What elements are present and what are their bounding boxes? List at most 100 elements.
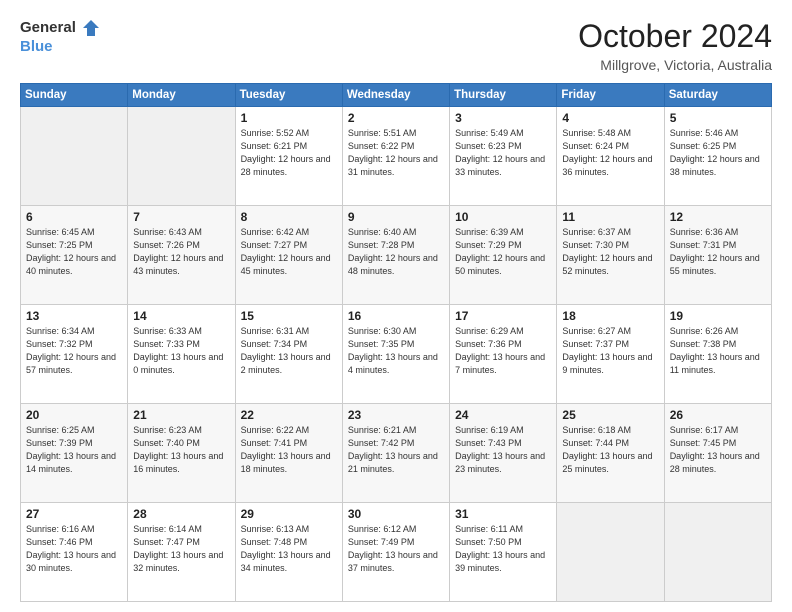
title-block: October 2024 Millgrove, Victoria, Austra… — [578, 18, 772, 73]
col-saturday: Saturday — [664, 84, 771, 107]
day-number: 21 — [133, 408, 229, 422]
table-row: 30 Sunrise: 6:12 AMSunset: 7:49 PMDayligh… — [342, 503, 449, 602]
day-number: 18 — [562, 309, 658, 323]
logo-text: General — [20, 18, 102, 38]
month-title: October 2024 — [578, 18, 772, 55]
table-row: 23Sunrise: 6:21 AMSunset: 7:42 PMDayligh… — [342, 404, 449, 503]
day-detail: Sunrise: 6:23 AMSunset: 7:40 PMDaylight:… — [133, 424, 229, 476]
table-row: 31Sunrise: 6:11 AMSunset: 7:50 PMDayligh… — [450, 503, 557, 602]
table-row: 8 Sunrise: 6:42 AMSunset: 7:27 PMDaylight… — [235, 206, 342, 305]
day-number: 4 — [562, 111, 658, 125]
day-number: 6 — [26, 210, 122, 224]
day-detail: Sunrise: 5:52 AMSunset: 6:21 PMDaylight:… — [241, 127, 337, 179]
table-row — [664, 503, 771, 602]
day-detail: Sunrise: 6:30 AMSunset: 7:35 PMDaylight:… — [348, 325, 444, 377]
table-row: 2 Sunrise: 5:51 AMSunset: 6:22 PMDaylight… — [342, 107, 449, 206]
col-thursday: Thursday — [450, 84, 557, 107]
table-row: 25 Sunrise: 6:18 AMSunset: 7:44 PMDayligh… — [557, 404, 664, 503]
day-detail: Sunrise: 6:45 AMSunset: 7:25 PMDaylight:… — [26, 226, 122, 278]
day-number: 14 — [133, 309, 229, 323]
day-detail: Sunrise: 6:18 AMSunset: 7:44 PMDaylight:… — [562, 424, 658, 476]
day-detail: Sunrise: 5:48 AMSunset: 6:24 PMDaylight:… — [562, 127, 658, 179]
day-detail: Sunrise: 5:51 AMSunset: 6:22 PMDaylight:… — [348, 127, 444, 179]
day-detail: Sunrise: 6:19 AMSunset: 7:43 PMDaylight:… — [455, 424, 551, 476]
day-detail: Sunrise: 6:13 AMSunset: 7:48 PMDaylight:… — [241, 523, 337, 575]
day-number: 20 — [26, 408, 122, 422]
day-number: 13 — [26, 309, 122, 323]
day-detail: Sunrise: 6:25 AMSunset: 7:39 PMDaylight:… — [26, 424, 122, 476]
day-number: 19 — [670, 309, 766, 323]
day-number: 10 — [455, 210, 551, 224]
day-number: 16 — [348, 309, 444, 323]
table-row: 26Sunrise: 6:17 AMSunset: 7:45 PMDayligh… — [664, 404, 771, 503]
table-row: 22 Sunrise: 6:22 AMSunset: 7:41 PMDayligh… — [235, 404, 342, 503]
day-number: 2 — [348, 111, 444, 125]
table-row: 13 Sunrise: 6:34 AMSunset: 7:32 PMDayligh… — [21, 305, 128, 404]
table-row: 15 Sunrise: 6:31 AMSunset: 7:34 PMDayligh… — [235, 305, 342, 404]
day-detail: Sunrise: 5:46 AMSunset: 6:25 PMDaylight:… — [670, 127, 766, 179]
logo-icon — [81, 18, 101, 38]
table-row — [21, 107, 128, 206]
day-detail: Sunrise: 6:42 AMSunset: 7:27 PMDaylight:… — [241, 226, 337, 278]
day-number: 24 — [455, 408, 551, 422]
table-row: 27 Sunrise: 6:16 AMSunset: 7:46 PMDayligh… — [21, 503, 128, 602]
col-friday: Friday — [557, 84, 664, 107]
table-row: 21 Sunrise: 6:23 AMSunset: 7:40 PMDayligh… — [128, 404, 235, 503]
day-detail: Sunrise: 6:33 AMSunset: 7:33 PMDaylight:… — [133, 325, 229, 377]
calendar-week-row: 1 Sunrise: 5:52 AMSunset: 6:21 PMDaylight… — [21, 107, 772, 206]
calendar-week-row: 27 Sunrise: 6:16 AMSunset: 7:46 PMDayligh… — [21, 503, 772, 602]
day-number: 11 — [562, 210, 658, 224]
table-row: 29 Sunrise: 6:13 AMSunset: 7:48 PMDayligh… — [235, 503, 342, 602]
table-row: 7 Sunrise: 6:43 AMSunset: 7:26 PMDaylight… — [128, 206, 235, 305]
logo: General Blue — [20, 18, 102, 56]
col-monday: Monday — [128, 84, 235, 107]
table-row: 3Sunrise: 5:49 AMSunset: 6:23 PMDaylight… — [450, 107, 557, 206]
calendar-week-row: 20 Sunrise: 6:25 AMSunset: 7:39 PMDayligh… — [21, 404, 772, 503]
day-number: 17 — [455, 309, 551, 323]
location-title: Millgrove, Victoria, Australia — [578, 57, 772, 73]
day-number: 12 — [670, 210, 766, 224]
header: General Blue October 2024 Millgrove, Vic… — [20, 18, 772, 73]
day-detail: Sunrise: 6:43 AMSunset: 7:26 PMDaylight:… — [133, 226, 229, 278]
day-detail: Sunrise: 6:29 AMSunset: 7:36 PMDaylight:… — [455, 325, 551, 377]
day-number: 26 — [670, 408, 766, 422]
day-number: 3 — [455, 111, 551, 125]
day-detail: Sunrise: 6:31 AMSunset: 7:34 PMDaylight:… — [241, 325, 337, 377]
table-row — [128, 107, 235, 206]
day-number: 31 — [455, 507, 551, 521]
day-detail: Sunrise: 6:21 AMSunset: 7:42 PMDaylight:… — [348, 424, 444, 476]
day-detail: Sunrise: 6:16 AMSunset: 7:46 PMDaylight:… — [26, 523, 122, 575]
day-number: 5 — [670, 111, 766, 125]
day-number: 22 — [241, 408, 337, 422]
table-row: 14 Sunrise: 6:33 AMSunset: 7:33 PMDayligh… — [128, 305, 235, 404]
day-number: 1 — [241, 111, 337, 125]
table-row: 17 Sunrise: 6:29 AMSunset: 7:36 PMDayligh… — [450, 305, 557, 404]
day-number: 29 — [241, 507, 337, 521]
day-number: 30 — [348, 507, 444, 521]
col-wednesday: Wednesday — [342, 84, 449, 107]
calendar-table: Sunday Monday Tuesday Wednesday Thursday… — [20, 83, 772, 602]
col-sunday: Sunday — [21, 84, 128, 107]
day-detail: Sunrise: 6:26 AMSunset: 7:38 PMDaylight:… — [670, 325, 766, 377]
day-number: 27 — [26, 507, 122, 521]
day-detail: Sunrise: 6:27 AMSunset: 7:37 PMDaylight:… — [562, 325, 658, 377]
day-detail: Sunrise: 6:12 AMSunset: 7:49 PMDaylight:… — [348, 523, 444, 575]
day-number: 25 — [562, 408, 658, 422]
table-row: 24 Sunrise: 6:19 AMSunset: 7:43 PMDayligh… — [450, 404, 557, 503]
day-detail: Sunrise: 6:36 AMSunset: 7:31 PMDaylight:… — [670, 226, 766, 278]
day-number: 7 — [133, 210, 229, 224]
day-detail: Sunrise: 6:34 AMSunset: 7:32 PMDaylight:… — [26, 325, 122, 377]
logo-blue: Blue — [20, 38, 53, 55]
table-row: 6 Sunrise: 6:45 AMSunset: 7:25 PMDaylight… — [21, 206, 128, 305]
table-row: 18 Sunrise: 6:27 AMSunset: 7:37 PMDayligh… — [557, 305, 664, 404]
day-number: 8 — [241, 210, 337, 224]
day-detail: Sunrise: 6:14 AMSunset: 7:47 PMDaylight:… — [133, 523, 229, 575]
day-detail: Sunrise: 6:39 AMSunset: 7:29 PMDaylight:… — [455, 226, 551, 278]
day-number: 15 — [241, 309, 337, 323]
table-row — [557, 503, 664, 602]
day-detail: Sunrise: 6:22 AMSunset: 7:41 PMDaylight:… — [241, 424, 337, 476]
table-row: 28Sunrise: 6:14 AMSunset: 7:47 PMDayligh… — [128, 503, 235, 602]
col-tuesday: Tuesday — [235, 84, 342, 107]
table-row: 11Sunrise: 6:37 AMSunset: 7:30 PMDayligh… — [557, 206, 664, 305]
day-detail: Sunrise: 6:40 AMSunset: 7:28 PMDaylight:… — [348, 226, 444, 278]
